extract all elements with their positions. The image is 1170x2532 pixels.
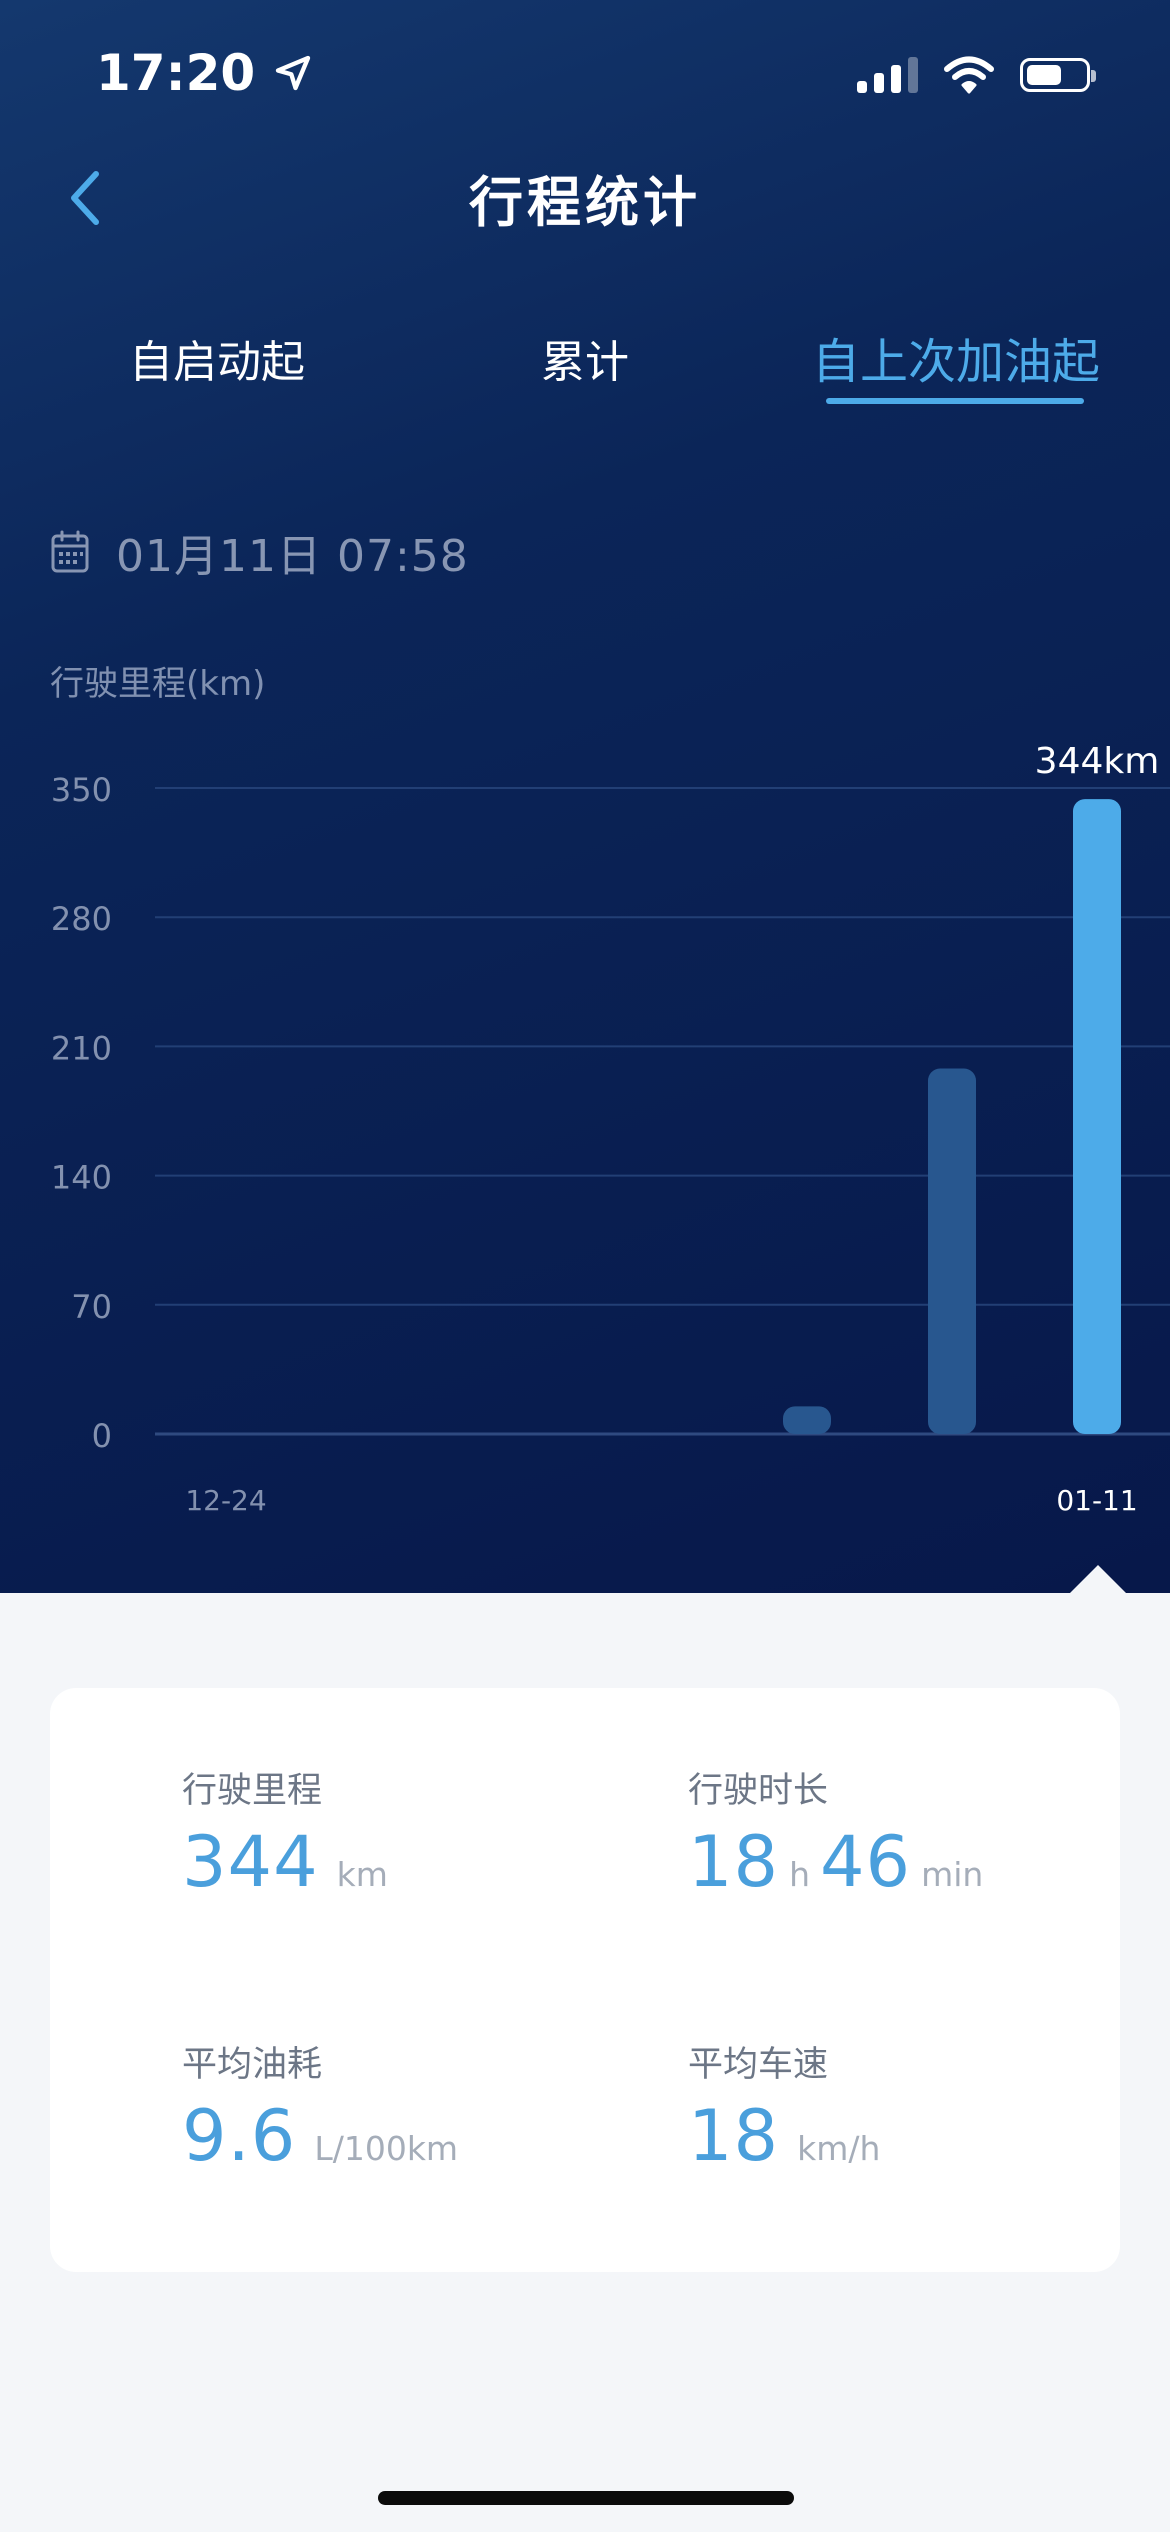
stat-speed-label: 平均车速 (688, 2045, 829, 2085)
tab-cumulative[interactable]: 累计 (541, 326, 629, 390)
stat-speed-unit: km/h (797, 2129, 881, 2168)
y-tick-label: 210 (51, 1029, 112, 1067)
status-bar-time: 17:20 (96, 44, 313, 102)
chart-labels: 0 70 140 210 280 350 344km 12-24 01-11 (51, 741, 1159, 1517)
stat-average-speed: 平均车速 18 km/h (688, 2036, 880, 2177)
tab-since-startup[interactable]: 自启动起 (129, 326, 305, 390)
period-tabs: 自启动起 累计 自上次加油起 (0, 322, 1170, 422)
x-tick-label-last: 01-11 (1056, 1484, 1137, 1517)
status-bar-indicators (857, 56, 1096, 94)
bar-value-label: 344km (1035, 741, 1160, 782)
y-tick-label: 140 (51, 1159, 112, 1197)
stat-fuel-consumption: 平均油耗 9.6 L/100km (182, 2036, 458, 2177)
bar (783, 1406, 831, 1434)
stat-distance-value: 344 (182, 1821, 319, 1903)
chart-y-axis-title: 行驶里程(km) (50, 664, 266, 704)
stat-fuel-label: 平均油耗 (182, 2045, 323, 2085)
calendar-icon (51, 530, 89, 573)
tab-since-last-refuel[interactable]: 自上次加油起 (812, 322, 1100, 392)
stat-distance: 行驶里程 344 km (182, 1762, 388, 1903)
trip-header-panel: 17:20 行程统计 自启动起 累计 自上次加油起 01月11日 07:58 行… (0, 0, 1170, 1593)
stat-fuel-unit: L/100km (314, 2129, 459, 2168)
date-selector[interactable]: 01月11日 07:58 (50, 520, 469, 584)
wifi-icon (944, 56, 994, 94)
y-tick-label: 280 (51, 900, 112, 938)
y-tick-label: 0 (92, 1417, 112, 1455)
stat-speed-value: 18 (688, 2095, 780, 2177)
page-title: 行程统计 (469, 171, 701, 234)
active-tab-underline (826, 398, 1084, 404)
home-indicator[interactable] (378, 2491, 794, 2505)
bar (928, 1068, 976, 1434)
cellular-signal-icon (857, 57, 918, 93)
stat-distance-unit: km (336, 1855, 388, 1894)
status-time-text: 17:20 (96, 44, 256, 102)
stat-duration-hours-unit: h (789, 1855, 810, 1894)
selected-bar-pointer (1070, 1565, 1126, 1593)
location-arrow-icon (275, 55, 311, 91)
trip-stats-card: 行驶里程 344 km 行驶时长 18 h 46 min 平均油耗 9.6 L/… (50, 1688, 1120, 2272)
stat-duration: 行驶时长 18 h 46 min (688, 1762, 983, 1903)
date-text: 01月11日 07:58 (116, 531, 469, 582)
bar-selected (1073, 799, 1121, 1434)
stat-duration-minutes: 46 (820, 1821, 912, 1903)
stat-duration-hours: 18 (688, 1821, 780, 1903)
stat-duration-label: 行驶时长 (688, 1771, 829, 1811)
chart-bars (783, 799, 1121, 1434)
x-tick-label-first: 12-24 (185, 1484, 266, 1517)
stat-distance-label: 行驶里程 (182, 1771, 323, 1811)
chart-grid (155, 787, 1170, 1436)
stat-fuel-value: 9.6 (182, 2095, 297, 2177)
mileage-bar-chart: 0 70 140 210 280 350 344km 12-24 01-11 (51, 741, 1170, 1517)
y-tick-label: 350 (51, 771, 112, 809)
stat-duration-minutes-unit: min (921, 1855, 984, 1894)
y-tick-label: 70 (71, 1288, 112, 1326)
battery-icon (1020, 58, 1096, 92)
